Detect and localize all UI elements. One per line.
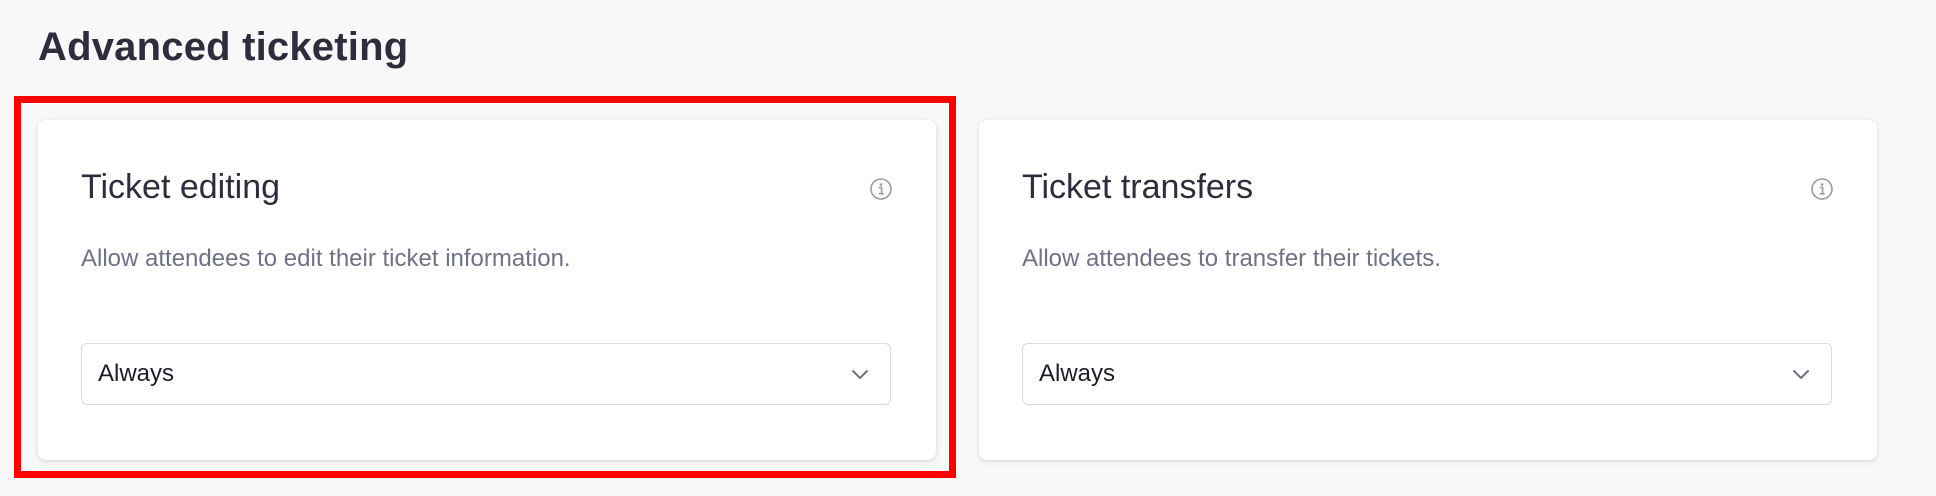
ticket-editing-title: Ticket editing (81, 168, 281, 206)
ticket-editing-card: Ticket editing Allow attendees to edit t… (38, 120, 936, 460)
ticket-editing-description: Allow attendees to edit their ticket inf… (81, 245, 571, 272)
ticket-transfers-description: Allow attendees to transfer their ticket… (1022, 245, 1441, 272)
ticket-transfers-title: Ticket transfers (1022, 168, 1254, 206)
chevron-down-icon (852, 370, 868, 379)
ticket-editing-select-value: Always (98, 360, 175, 387)
info-icon[interactable] (1810, 177, 1834, 201)
info-icon[interactable] (869, 177, 893, 201)
chevron-down-icon (1793, 370, 1809, 379)
ticket-editing-select[interactable]: Always (81, 343, 891, 405)
ticket-transfers-select[interactable]: Always (1022, 343, 1832, 405)
ticket-transfers-select-value: Always (1039, 360, 1116, 387)
ticket-transfers-card: Ticket transfers Allow attendees to tran… (979, 120, 1877, 460)
section-title: Advanced ticketing (38, 25, 409, 69)
